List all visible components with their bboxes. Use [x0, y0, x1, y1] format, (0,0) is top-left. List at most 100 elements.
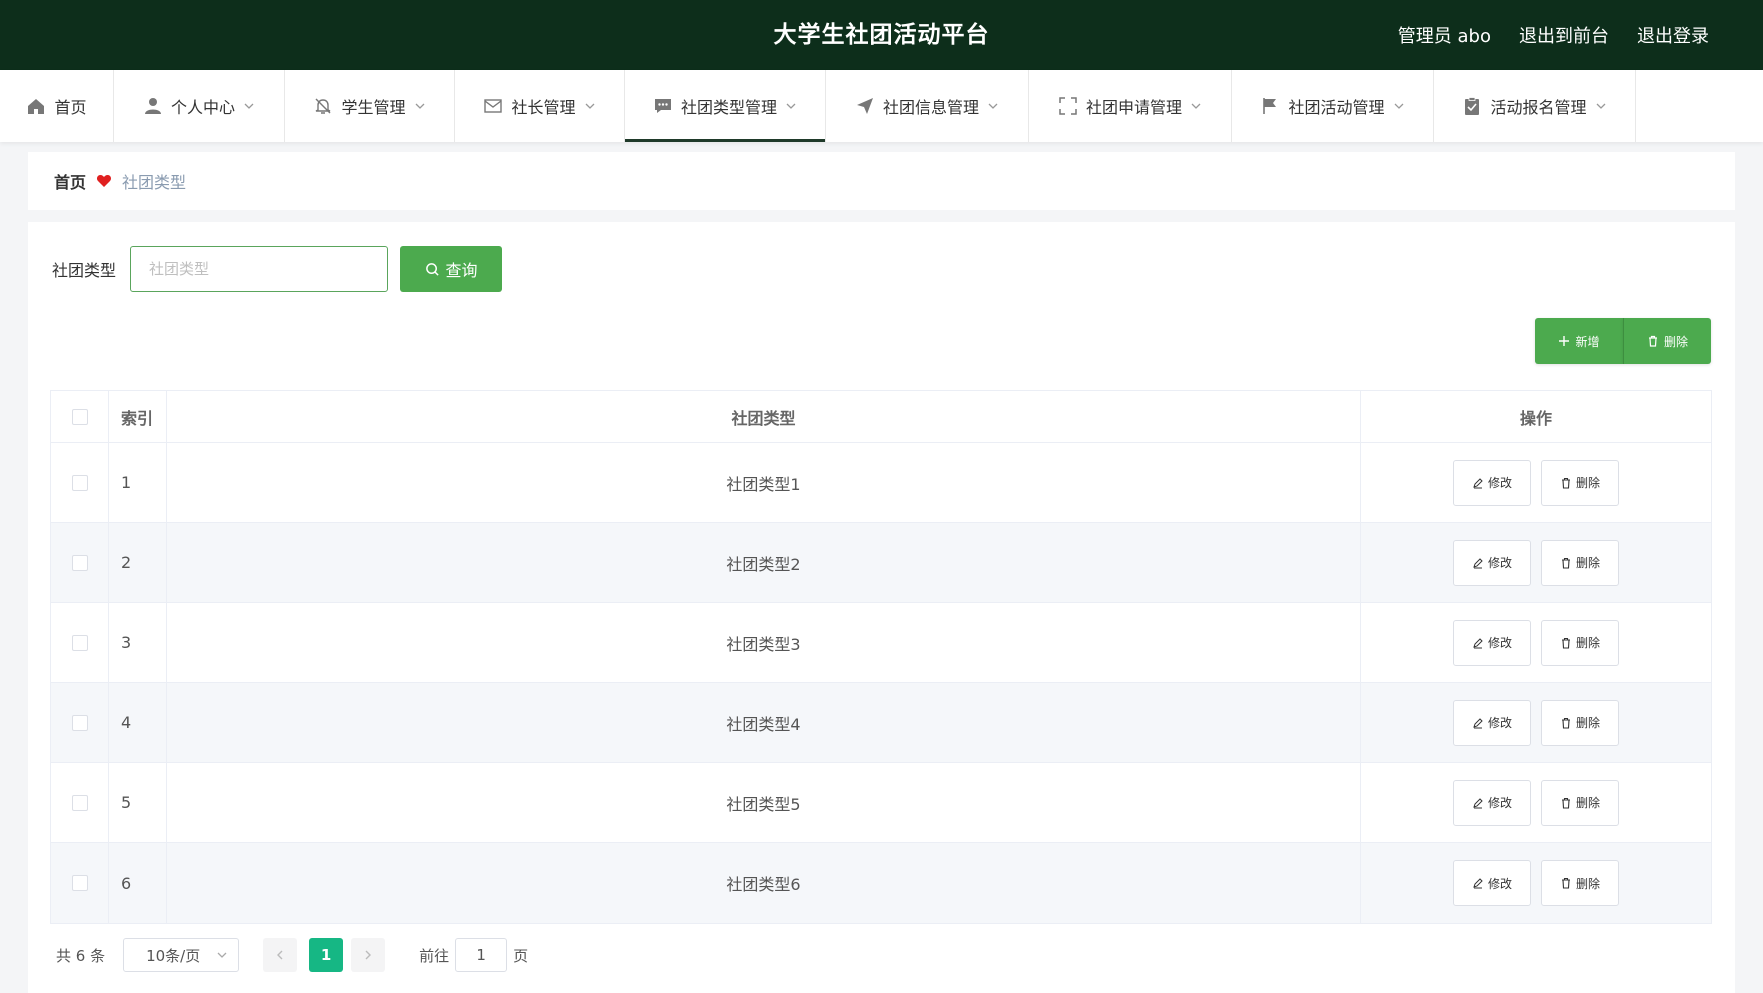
row-index: 4	[109, 683, 167, 762]
exit-to-front-link[interactable]: 退出到前台	[1519, 22, 1609, 48]
breadcrumb: 首页 社团类型	[28, 152, 1735, 210]
edit-icon	[1472, 557, 1484, 569]
nav-item-club-info-management[interactable]: 社团信息管理	[826, 70, 1029, 142]
query-button[interactable]: 查询	[400, 246, 503, 292]
chevron-down-icon	[584, 100, 596, 112]
logout-link[interactable]: 退出登录	[1637, 22, 1709, 48]
delete-button[interactable]: 删除	[1541, 619, 1619, 666]
trash-icon	[1560, 477, 1572, 489]
nav-label: 社团活动管理	[1288, 98, 1385, 117]
page-size-select[interactable]: 10条/页	[123, 938, 240, 972]
edit-button[interactable]: 修改	[1453, 619, 1531, 666]
top-header: 大学生社团活动平台 管理员 abo 退出到前台 退出登录	[0, 0, 1763, 70]
row-checkbox-cell	[51, 443, 109, 522]
page-suffix: 页	[513, 946, 529, 965]
row-club-type: 社团类型5	[167, 763, 1361, 842]
search-icon	[425, 262, 440, 277]
nav-item-club-type-management[interactable]: 社团类型管理	[625, 70, 826, 142]
add-button[interactable]: 新增	[1535, 318, 1623, 364]
row-checkbox-cell	[51, 603, 109, 682]
envelope-icon	[483, 96, 503, 116]
prev-page-button[interactable]	[263, 938, 298, 972]
query-button-label: 查询	[445, 261, 478, 280]
edit-icon	[1472, 717, 1484, 729]
edit-button[interactable]: 修改	[1453, 539, 1531, 586]
edit-button[interactable]: 修改	[1453, 779, 1531, 826]
delete-button[interactable]: 删除	[1541, 539, 1619, 586]
nav-item-personal-center[interactable]: 个人中心	[114, 70, 285, 142]
row-index: 5	[109, 763, 167, 842]
row-actions: 修改 删除	[1361, 763, 1711, 842]
total-count: 共 6 条	[56, 946, 106, 965]
row-checkbox[interactable]	[71, 794, 88, 811]
chevron-down-icon	[216, 949, 228, 961]
flag-icon	[1260, 96, 1280, 116]
header-index: 索引	[109, 391, 167, 442]
page-number-current[interactable]: 1	[309, 938, 344, 972]
goto-label: 前往	[419, 946, 450, 965]
delete-button-label: 删除	[1575, 796, 1600, 810]
next-page-button[interactable]	[351, 938, 386, 972]
row-actions: 修改 删除	[1361, 683, 1711, 762]
trash-icon	[1647, 335, 1659, 347]
nav-label: 社团申请管理	[1085, 98, 1182, 117]
club-type-table: 索引 社团类型 操作 1 社团类型1 修改 删除 2 社团类型2 修改 删除 3 社团类型3 修改删…	[50, 390, 1712, 924]
edit-button[interactable]: 修改	[1453, 459, 1531, 506]
goto-page-input[interactable]	[455, 938, 508, 972]
trash-icon	[1560, 637, 1572, 649]
edit-button-label: 修改	[1487, 476, 1512, 490]
edit-icon	[1472, 797, 1484, 809]
chevron-down-icon	[987, 100, 999, 112]
row-actions: 修改 删除	[1361, 603, 1711, 682]
header-checkbox-cell	[51, 391, 109, 442]
edit-icon	[1472, 637, 1484, 649]
row-checkbox[interactable]	[71, 634, 88, 651]
delete-button-label: 删除	[1575, 476, 1600, 490]
nav-item-activity-signup-management[interactable]: 活动报名管理	[1434, 70, 1636, 142]
nav-item-home[interactable]: 首页	[0, 70, 114, 142]
delete-button[interactable]: 删除	[1541, 779, 1619, 826]
club-type-search-input[interactable]	[130, 246, 389, 292]
delete-button[interactable]: 删除	[1541, 699, 1619, 746]
delete-button-label: 删除	[1575, 716, 1600, 730]
table-row: 5 社团类型5 修改 删除	[51, 763, 1711, 843]
row-actions: 修改 删除	[1361, 443, 1711, 522]
nav-item-student-management[interactable]: 学生管理	[285, 70, 455, 142]
select-all-checkbox[interactable]	[71, 408, 88, 425]
row-actions: 修改 删除	[1361, 523, 1711, 602]
row-checkbox[interactable]	[71, 474, 88, 491]
edit-button[interactable]: 修改	[1453, 860, 1531, 906]
header-type: 社团类型	[167, 391, 1361, 442]
chevron-left-icon	[274, 949, 286, 961]
edit-button-label: 修改	[1487, 716, 1512, 730]
row-checkbox[interactable]	[71, 714, 88, 731]
main-nav: 首页 个人中心 学生管理 社长管理 社团类型管理 社团信息管理 社团申请管理 社…	[0, 70, 1763, 142]
header-ops: 操作	[1519, 408, 1552, 428]
nav-item-club-activity-management[interactable]: 社团活动管理	[1232, 70, 1434, 142]
row-checkbox[interactable]	[71, 875, 88, 891]
plus-icon	[1558, 335, 1570, 347]
edit-icon	[1472, 477, 1484, 489]
delete-button[interactable]: 删除	[1541, 860, 1619, 906]
table-actions: 新增 删除	[1535, 318, 1711, 364]
edit-button-label: 修改	[1487, 876, 1512, 891]
fullscreen-icon	[1058, 96, 1078, 116]
delete-button[interactable]: 删除	[1541, 459, 1619, 506]
delete-button-label: 删除	[1575, 636, 1600, 650]
chevron-down-icon	[1190, 100, 1202, 112]
row-checkbox-cell	[51, 843, 109, 923]
table-row: 6 社团类型6 修改 删除	[51, 843, 1711, 923]
nav-item-club-application-management[interactable]: 社团申请管理	[1029, 70, 1232, 142]
breadcrumb-home[interactable]: 首页	[54, 169, 86, 193]
row-checkbox[interactable]	[71, 554, 88, 571]
edit-button[interactable]: 修改	[1453, 699, 1531, 746]
bell-icon	[313, 96, 333, 116]
batch-delete-button[interactable]: 删除	[1623, 318, 1711, 364]
row-index: 3	[109, 603, 167, 682]
delete-button-label: 删除	[1575, 876, 1600, 891]
nav-label: 学生管理	[341, 98, 406, 117]
row-club-type: 社团类型6	[167, 843, 1361, 923]
nav-item-president-management[interactable]: 社长管理	[455, 70, 625, 142]
row-index: 2	[109, 523, 167, 602]
chevron-down-icon	[1595, 100, 1607, 112]
